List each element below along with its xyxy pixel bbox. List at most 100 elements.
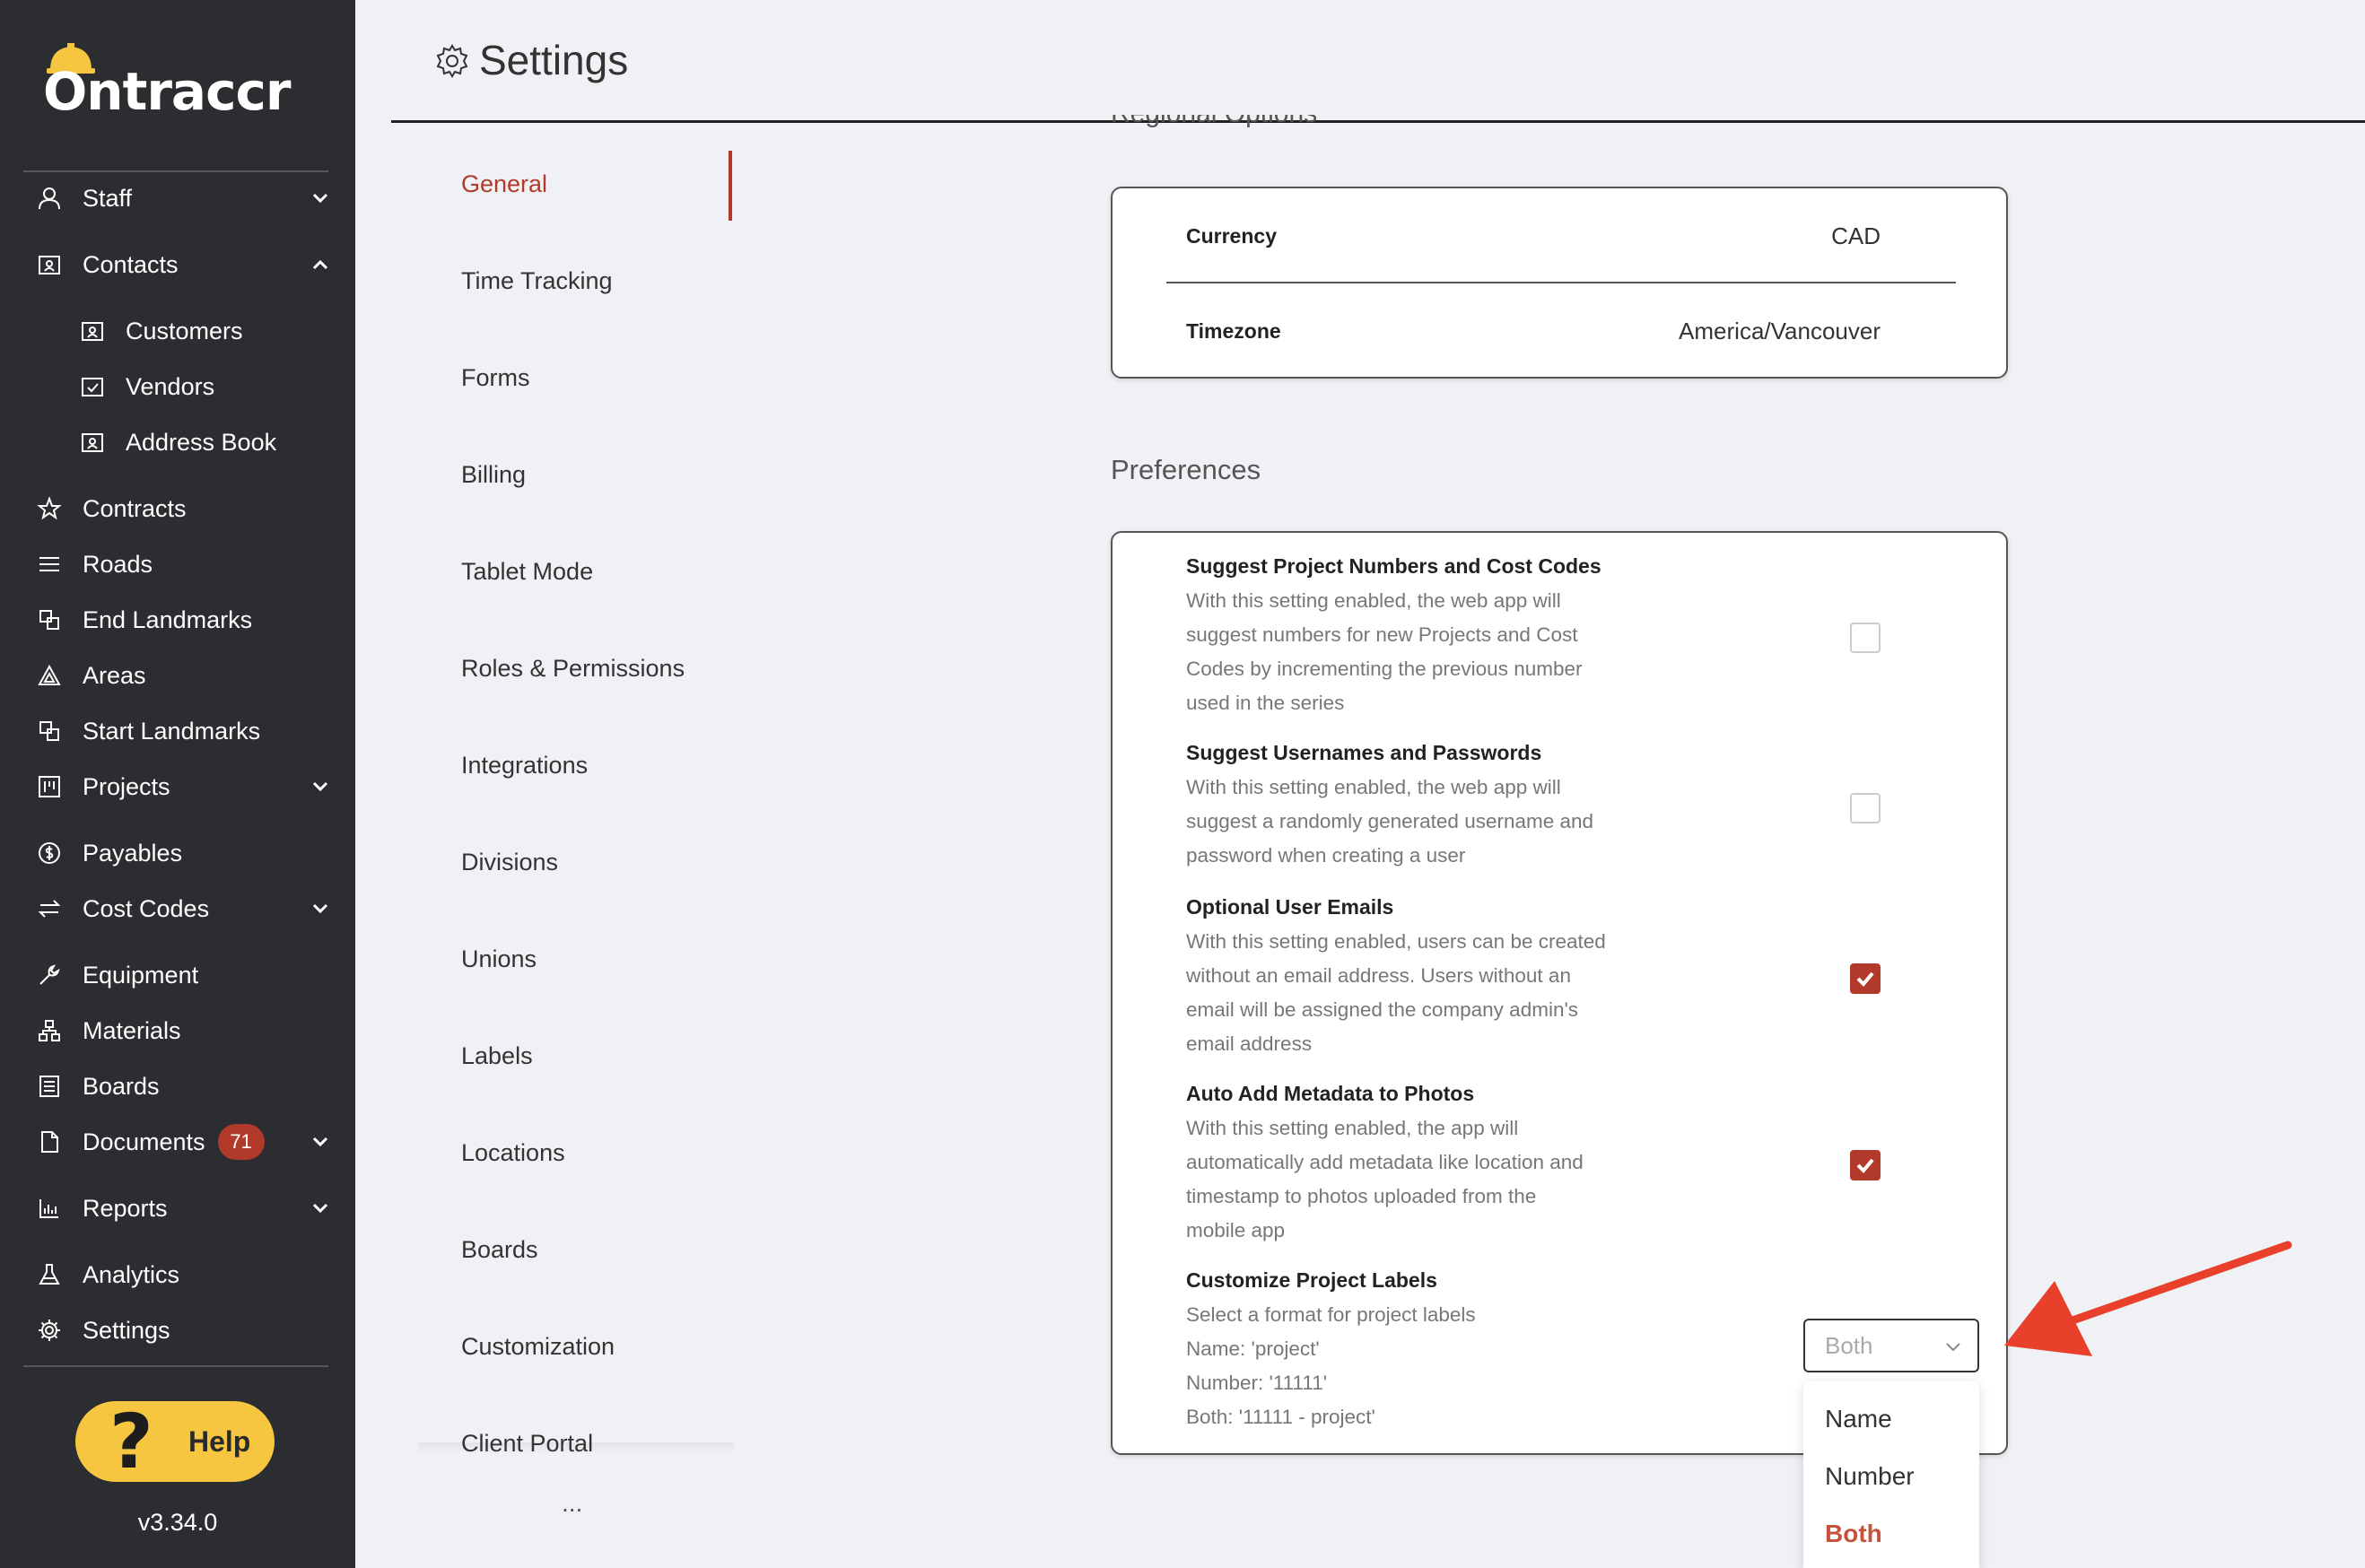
sidebar-item-label: Start Landmarks [83, 717, 261, 745]
sidebar-item-cost-codes[interactable]: Cost Codes [36, 886, 332, 931]
star-icon [36, 495, 63, 522]
sidebar-item-label: Documents [83, 1128, 205, 1155]
documents-count-badge: 71 [217, 1124, 265, 1160]
help-label: Help [188, 1424, 251, 1458]
pref-desc: With this setting enabled, the web app w… [1186, 771, 1689, 873]
regional-options-title-text: Regional Options [1111, 115, 1317, 129]
chevron-down-icon [1943, 1337, 1963, 1356]
sidebar-item-label: Address Book [126, 428, 277, 456]
tab-boards[interactable]: Boards [461, 1236, 538, 1264]
tab-labels[interactable]: Labels [461, 1042, 533, 1070]
tab-forms[interactable]: Forms [461, 364, 530, 392]
sidebar-item-equipment[interactable]: Equipment [36, 953, 332, 997]
tab-locations[interactable]: Locations [461, 1139, 565, 1167]
pref-desc-line: password when creating a user [1186, 844, 1466, 867]
preferences-title: Preferences [1111, 454, 1261, 485]
sidebar-item-reports[interactable]: Reports [36, 1186, 332, 1231]
tab-tablet-mode[interactable]: Tablet Mode [461, 558, 593, 586]
project-label-format-select[interactable]: Both [1803, 1319, 1979, 1372]
sidebar-item-label: Vendors [126, 372, 215, 400]
tab-integrations[interactable]: Integrations [461, 752, 588, 780]
chevron-down-icon[interactable] [309, 187, 332, 210]
sidebar-item-roads[interactable]: Roads [36, 542, 332, 587]
settings-tabs: General Time Tracking Forms Billing Tabl… [418, 144, 734, 1457]
sidebar-item-address-book[interactable]: Address Book [79, 420, 332, 465]
tab-customization[interactable]: Customization [461, 1333, 615, 1361]
gear-icon [36, 1317, 63, 1344]
pref-desc-line: Name: 'project' [1186, 1337, 1320, 1360]
sidebar-item-end-landmarks[interactable]: End Landmarks [36, 597, 332, 642]
chevron-down-icon[interactable] [309, 1197, 332, 1220]
pref-desc-line: With this setting enabled, users can be … [1186, 930, 1606, 953]
pref-suggest-usernames: Suggest Usernames and Passwords With thi… [1186, 741, 1689, 873]
dropdown-option-number[interactable]: Number [1825, 1462, 1915, 1491]
pref-desc-line: suggest a randomly generated username an… [1186, 810, 1594, 832]
suggest-usernames-checkbox[interactable] [1850, 793, 1881, 823]
currency-label: Currency [1186, 224, 1277, 248]
sidebar-item-areas[interactable]: Areas [36, 653, 332, 698]
suggest-project-numbers-checkbox[interactable] [1850, 623, 1881, 653]
tab-time-tracking[interactable]: Time Tracking [461, 267, 613, 295]
tab-general[interactable]: General [461, 170, 547, 198]
tab-unions[interactable]: Unions [461, 945, 537, 973]
board-icon [36, 773, 63, 800]
tab-divisions[interactable]: Divisions [461, 849, 558, 876]
checkmark-icon [1856, 971, 1874, 987]
sidebar-item-vendors[interactable]: Vendors [79, 364, 332, 409]
tab-client-portal[interactable]: Client Portal [461, 1430, 593, 1458]
sidebar-item-label: Analytics [83, 1260, 180, 1288]
pref-desc-line: used in the series [1186, 692, 1345, 714]
currency-value[interactable]: CAD [1831, 222, 1881, 250]
page-header: Settings [391, 0, 2365, 123]
sidebar-item-contacts[interactable]: Contacts [36, 242, 332, 287]
chevron-up-icon[interactable] [309, 253, 332, 276]
road-icon [36, 551, 63, 578]
chevron-down-icon[interactable] [309, 897, 332, 920]
sidebar-item-staff[interactable]: Staff [36, 176, 332, 221]
sidebar-item-contracts[interactable]: Contracts [36, 486, 332, 531]
tabs-more-indicator[interactable]: ... [562, 1489, 582, 1518]
tab-roles-permissions[interactable]: Roles & Permissions [461, 655, 685, 683]
sidebar-item-analytics[interactable]: Analytics [36, 1252, 332, 1297]
pref-desc: Select a format for project labels Name:… [1186, 1298, 1689, 1434]
annotation-arrow-icon [2004, 1241, 2292, 1356]
contact-card-icon [79, 318, 106, 344]
timezone-value[interactable]: America/Vancouver [1679, 318, 1881, 345]
dropdown-option-both[interactable]: Both [1825, 1520, 1882, 1548]
help-button[interactable]: ? Help [75, 1401, 275, 1482]
sidebar-item-materials[interactable]: Materials [36, 1008, 332, 1053]
list-board-icon [36, 1073, 63, 1100]
dropdown-option-name[interactable]: Name [1825, 1405, 1892, 1433]
sidebar-item-start-landmarks[interactable]: Start Landmarks [36, 709, 332, 754]
sidebar-item-projects[interactable]: Projects [36, 764, 332, 809]
chevron-down-icon[interactable] [309, 775, 332, 798]
app-version: v3.34.0 [137, 1509, 218, 1536]
optional-user-emails-checkbox[interactable] [1850, 963, 1881, 994]
sidebar-item-documents[interactable]: Documents 71 [36, 1119, 332, 1164]
app-logo[interactable]: Ontraccr [43, 38, 321, 127]
pref-auto-add-metadata: Auto Add Metadata to Photos With this se… [1186, 1082, 1689, 1248]
sidebar-item-payables[interactable]: Payables [36, 831, 332, 875]
chevron-down-icon[interactable] [309, 1130, 332, 1154]
logo-text: Ontraccr [43, 61, 291, 122]
pref-name: Optional User Emails [1186, 895, 1394, 919]
bar-chart-icon [36, 1195, 63, 1222]
pref-desc-line: mobile app [1186, 1219, 1286, 1241]
pref-name: Auto Add Metadata to Photos [1186, 1082, 1475, 1105]
regional-options-title: Regional Options [1111, 115, 1317, 140]
pref-desc-line: email address [1186, 1032, 1313, 1055]
hierarchy-icon [36, 1017, 63, 1044]
sidebar-item-label: Areas [83, 661, 146, 689]
contact-card-icon [36, 251, 63, 278]
person-icon [36, 185, 63, 212]
tab-billing[interactable]: Billing [461, 461, 526, 489]
sidebar-item-label: Equipment [83, 961, 199, 989]
pref-desc-line: automatically add metadata like location… [1186, 1151, 1584, 1173]
pref-desc-line: Select a format for project labels [1186, 1303, 1476, 1326]
regional-options-card: Currency CAD Timezone America/Vancouver [1111, 187, 2008, 379]
sidebar-item-customers[interactable]: Customers [79, 309, 332, 353]
sidebar-item-settings[interactable]: Settings [36, 1308, 332, 1353]
auto-add-metadata-checkbox[interactable] [1850, 1150, 1881, 1180]
sidebar-item-boards[interactable]: Boards [36, 1064, 332, 1109]
sidebar-item-label: Contacts [83, 250, 179, 278]
